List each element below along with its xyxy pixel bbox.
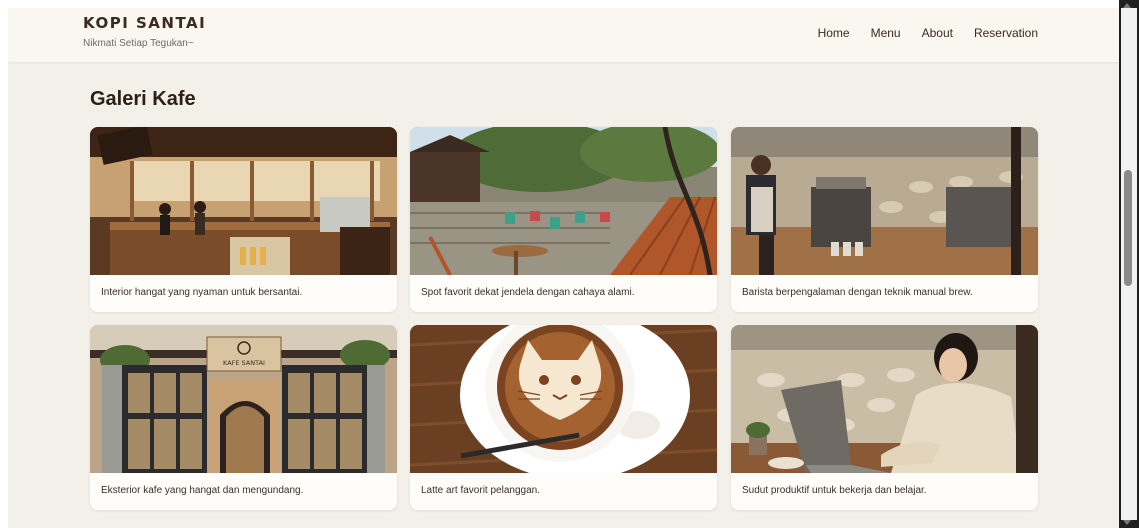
nav-reservation[interactable]: Reservation bbox=[974, 26, 1038, 40]
gallery-card[interactable]: Barista berpengalaman dengan teknik manu… bbox=[731, 127, 1038, 312]
nav-menu[interactable]: Menu bbox=[871, 26, 901, 40]
garden-terrace-image bbox=[410, 127, 717, 275]
navbar: KOPI SANTAI Nikmati Setiap Tegukan~ Home… bbox=[8, 8, 1119, 62]
gallery-title: Galeri Kafe bbox=[90, 88, 196, 110]
scroll-up-arrow-icon[interactable] bbox=[1123, 3, 1131, 8]
scrollbar-thumb[interactable] bbox=[1124, 170, 1132, 286]
gallery-card[interactable]: KAFE SANTAI Eksterior kafe yang hangat d… bbox=[90, 325, 397, 510]
brand[interactable]: KOPI SANTAI Nikmati Setiap Tegukan~ bbox=[83, 14, 206, 49]
scrollbar[interactable] bbox=[1119, 0, 1139, 528]
card-caption: Barista berpengalaman dengan teknik manu… bbox=[742, 287, 973, 298]
card-caption: Eksterior kafe yang hangat dan mengundan… bbox=[101, 485, 304, 496]
window-top-edge bbox=[0, 0, 1119, 8]
window-left-edge bbox=[0, 0, 8, 528]
brand-title[interactable]: KOPI SANTAI bbox=[83, 14, 206, 32]
gallery-card[interactable]: Latte art favorit pelanggan. bbox=[410, 325, 717, 510]
main-nav: Home Menu About Reservation bbox=[818, 26, 1038, 40]
gallery-card[interactable]: Sudut produktif untuk bekerja dan belaja… bbox=[731, 325, 1038, 510]
gallery-card[interactable]: Spot favorit dekat jendela dengan cahaya… bbox=[410, 127, 717, 312]
card-caption: Sudut produktif untuk bekerja dan belaja… bbox=[742, 485, 927, 496]
card-caption: Spot favorit dekat jendela dengan cahaya… bbox=[421, 287, 635, 298]
nav-home[interactable]: Home bbox=[818, 26, 850, 40]
working-corner-image bbox=[731, 325, 1038, 473]
page: KOPI SANTAI Nikmati Setiap Tegukan~ Home… bbox=[8, 8, 1119, 528]
brand-tagline: Nikmati Setiap Tegukan~ bbox=[83, 38, 194, 49]
barista-image bbox=[731, 127, 1038, 275]
cafe-interior-image bbox=[90, 127, 397, 275]
cafe-exterior-image: KAFE SANTAI bbox=[90, 325, 397, 473]
cafe-sign-text: KAFE SANTAI bbox=[223, 359, 265, 367]
card-caption: Latte art favorit pelanggan. bbox=[421, 485, 540, 496]
gallery-card[interactable]: Interior hangat yang nyaman untuk bersan… bbox=[90, 127, 397, 312]
latte-art-image bbox=[410, 325, 717, 473]
scroll-down-arrow-icon[interactable] bbox=[1123, 520, 1131, 525]
card-caption: Interior hangat yang nyaman untuk bersan… bbox=[101, 287, 303, 298]
nav-about[interactable]: About bbox=[922, 26, 953, 40]
